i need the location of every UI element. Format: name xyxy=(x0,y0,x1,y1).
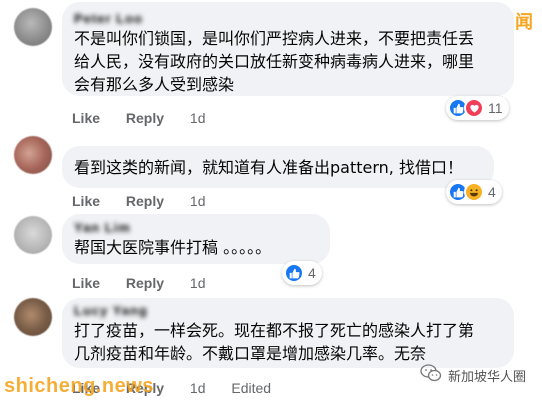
reaction-summary[interactable]: 11 xyxy=(446,96,509,120)
comment-actions: Like Reply 1d xyxy=(72,275,228,291)
avatar[interactable] xyxy=(14,298,52,336)
like-button[interactable]: Like xyxy=(72,193,100,209)
comment-bubble: Lucy Yang 打了疫苗，一样会死。现在都不报了死亡的感染人打了第 几剂疫苗… xyxy=(62,298,514,368)
watermark-bottom-left: shicheng.news xyxy=(4,375,154,397)
timestamp[interactable]: 1d xyxy=(190,275,206,291)
like-button[interactable]: Like xyxy=(72,110,100,126)
comment-text-line: 会有那么多人受到感染 xyxy=(74,75,235,94)
reaction-count: 4 xyxy=(308,265,316,281)
comment-bubble: Peter Loo 不是叫你们锁国，是叫你们严控病人进来，不要把责任丢 给人民，… xyxy=(62,2,514,96)
reaction-summary[interactable]: 4 xyxy=(446,180,502,204)
comment-bubble: Yan Lim 帮国大医院事件打稿 。。。。。 xyxy=(62,214,330,264)
love-icon xyxy=(464,98,484,118)
like-icon xyxy=(284,263,304,283)
reply-button[interactable]: Reply xyxy=(126,110,164,126)
reaction-summary[interactable]: 4 xyxy=(282,261,322,285)
comment-author[interactable]: Peter Loo xyxy=(74,11,143,26)
comment-author[interactable]: Lucy Yang xyxy=(74,303,148,318)
edited-label: Edited xyxy=(231,380,272,396)
reply-button[interactable]: Reply xyxy=(126,193,164,209)
wechat-icon xyxy=(420,364,442,386)
comment-author[interactable]: Yan Lim xyxy=(74,220,131,235)
avatar[interactable] xyxy=(14,216,52,254)
comment-text-line: 帮国大医院事件打稿 。。。。。 xyxy=(74,238,272,257)
comment-bubble: 看到这类的新闻，就知道有人准备出pattern, 找借口！ xyxy=(62,146,494,188)
haha-icon xyxy=(464,182,484,202)
comment-text-line: 不是叫你们锁国，是叫你们严控病人进来，不要把责任丢 xyxy=(74,29,475,48)
reaction-count: 11 xyxy=(488,100,503,116)
comment-text: 不是叫你们锁国，是叫你们严控病人进来，不要把责任丢 给人民，没有政府的关口放任新… xyxy=(74,27,502,96)
comment-text-line: 给人民，没有政府的关口放任新变种病毒病人进来，哪里 xyxy=(74,52,475,71)
comment-text: 打了疫苗，一样会死。现在都不报了死亡的感染人打了第 几剂疫苗和年龄。不戴口罩是增… xyxy=(74,319,502,365)
avatar[interactable] xyxy=(14,136,52,174)
avatar[interactable] xyxy=(14,8,52,46)
timestamp[interactable]: 1d xyxy=(190,110,206,126)
timestamp[interactable]: 1d xyxy=(190,193,206,209)
like-button[interactable]: Like xyxy=(72,275,100,291)
watermark-bottom-right: 新加坡华人圈 xyxy=(420,364,526,386)
reply-button[interactable]: Reply xyxy=(126,275,164,291)
watermark-bottom-right-text: 新加坡华人圈 xyxy=(448,369,527,385)
comment-text-line: 几剂疫苗和年龄。不戴口罩是增加感染几率。无奈 xyxy=(74,344,427,363)
comment-text: 看到这类的新闻，就知道有人准备出pattern, 找借口！ xyxy=(74,156,482,179)
comment-text-line: 打了疫苗，一样会死。现在都不报了死亡的感染人打了第 xyxy=(74,321,475,340)
comment-text-line: 看到这类的新闻，就知道有人准备出pattern, 找借口！ xyxy=(74,158,463,177)
comment-actions: Like Reply 1d xyxy=(72,193,228,209)
timestamp[interactable]: 1d xyxy=(190,380,206,396)
comment-text: 帮国大医院事件打稿 。。。。。 xyxy=(74,236,318,259)
comment-actions: Like Reply 1d xyxy=(72,110,228,126)
reaction-count: 4 xyxy=(488,184,496,200)
